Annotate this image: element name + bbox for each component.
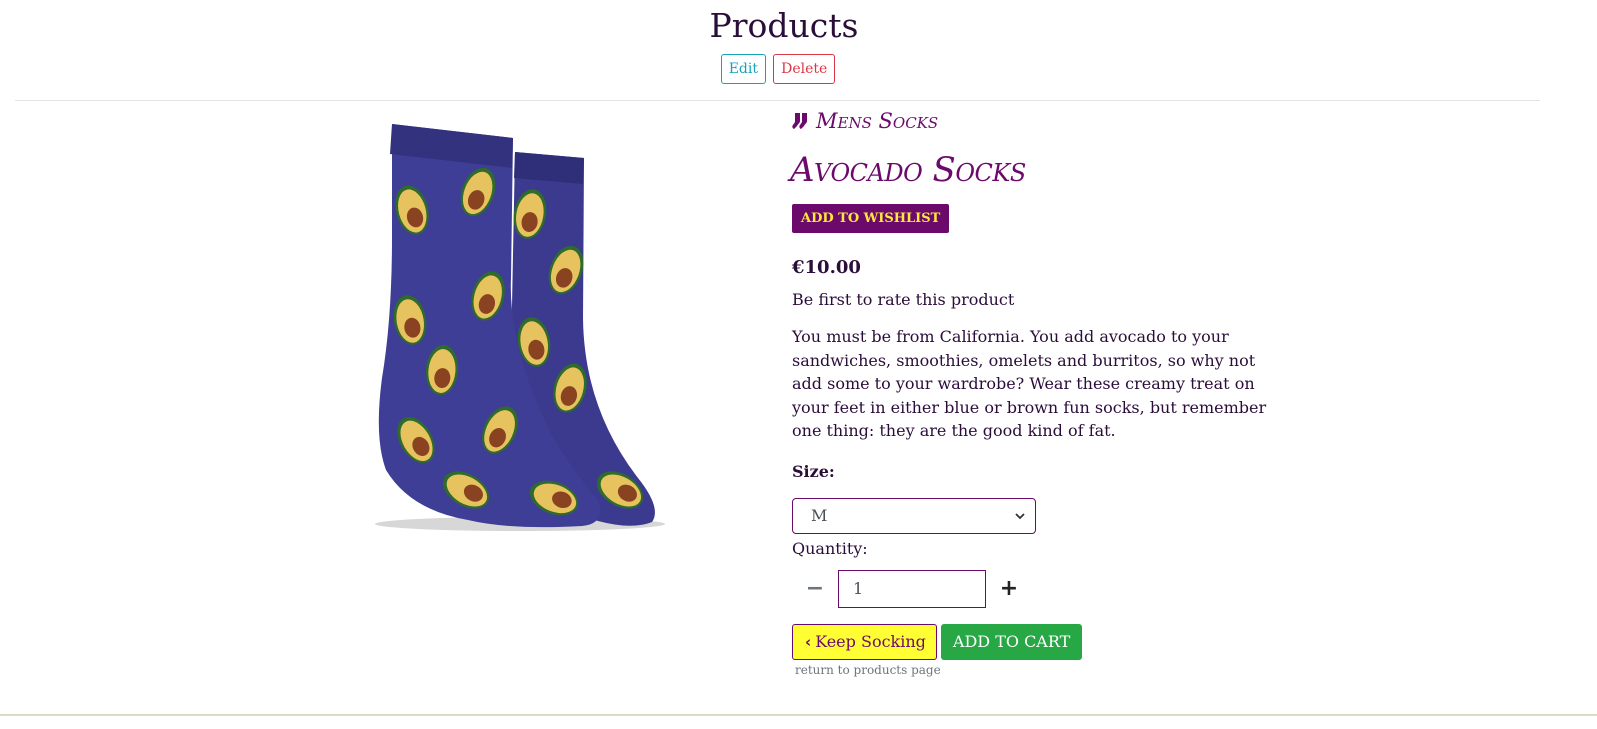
chevron-left-icon: ‹ bbox=[805, 632, 812, 651]
product-details: Mens Socks Avocado Socks ADD TO WISHLIST… bbox=[790, 106, 1282, 677]
keep-socking-button[interactable]: ‹ Keep Socking bbox=[792, 623, 937, 660]
add-to-cart-button[interactable]: ADD TO CART bbox=[940, 623, 1083, 660]
helper-text: return to products page bbox=[795, 662, 941, 677]
quantity-stepper: − 1 + bbox=[792, 569, 1282, 608]
product-description: You must be from California. You add avo… bbox=[792, 327, 1267, 441]
chevron-down-icon bbox=[1015, 513, 1025, 520]
product-category-label: Mens Socks bbox=[816, 109, 939, 133]
page-title: Products bbox=[709, 6, 859, 45]
add-to-wishlist-button[interactable]: ADD TO WISHLIST bbox=[792, 204, 950, 233]
product-rating: Be first to rate this product bbox=[792, 290, 1015, 309]
quantity-label: Quantity: bbox=[792, 538, 868, 558]
product-image bbox=[370, 118, 670, 538]
increment-button[interactable]: + bbox=[986, 570, 1032, 608]
delete-button[interactable]: Delete bbox=[773, 54, 836, 84]
action-row: ‹ Keep Socking ADD TO CART bbox=[792, 623, 1282, 660]
divider bbox=[15, 100, 1540, 101]
product-category-link[interactable]: Mens Socks bbox=[792, 106, 1282, 136]
minus-icon: − bbox=[805, 576, 825, 602]
keep-socking-label: Keep Socking bbox=[815, 632, 926, 652]
size-select[interactable]: M bbox=[792, 497, 1036, 534]
footer-divider bbox=[0, 714, 1597, 716]
edit-button[interactable]: Edit bbox=[720, 54, 766, 84]
product-price: €10.00 bbox=[792, 257, 861, 278]
size-label: Size: bbox=[792, 461, 835, 481]
plus-icon: + bbox=[999, 576, 1019, 602]
size-select-value: M bbox=[811, 506, 828, 526]
quantity-input[interactable]: 1 bbox=[838, 569, 986, 608]
socks-icon bbox=[792, 113, 807, 129]
product-name: Avocado Socks bbox=[790, 150, 1026, 190]
admin-actions: Edit Delete bbox=[0, 54, 1556, 84]
avocado-socks-image bbox=[375, 124, 665, 531]
decrement-button[interactable]: − bbox=[792, 570, 838, 608]
